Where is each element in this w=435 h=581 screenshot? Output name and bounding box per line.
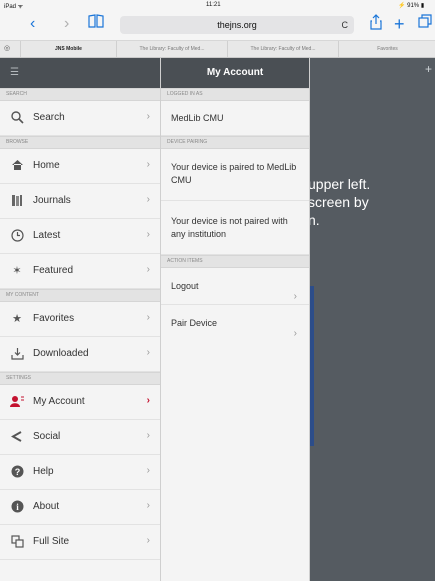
download-icon: [10, 347, 24, 361]
section-action-items: ACTION ITEMS: [161, 255, 309, 268]
chevron-right-icon: ›: [146, 465, 150, 476]
menu-item-favorites[interactable]: ★ Favorites ›: [0, 302, 160, 337]
my-account-panel: My Account LOGGED IN AS MedLib CMU DEVIC…: [161, 58, 310, 581]
chevron-right-icon: ›: [146, 312, 150, 323]
chevron-right-icon: ›: [146, 159, 150, 170]
menu-header: ☰: [0, 58, 160, 88]
url-field[interactable]: thejns.org C: [120, 16, 354, 34]
reader-icon[interactable]: ◎: [4, 41, 10, 57]
magnifier-icon: [10, 111, 24, 125]
pairing-status-paired: Your device is paired to MedLib CMU: [161, 149, 309, 201]
logged-in-user: MedLib CMU: [161, 101, 309, 136]
menu-item-featured[interactable]: ✶ Featured ›: [0, 254, 160, 289]
status-time: 11:21: [206, 2, 221, 8]
panel-title: My Account: [161, 58, 309, 88]
web-page: upper left. screen by n. + ☰ SEARCH Sear…: [0, 58, 435, 581]
section-device-pairing: DEVICE PAIRING: [161, 136, 309, 149]
home-icon: [10, 159, 24, 173]
clock-icon: [10, 229, 24, 243]
status-bar: iPad ᯤ 11:21 ⚡ 91% ▮: [0, 0, 435, 10]
pair-device-button[interactable]: Pair Device ›: [161, 305, 309, 341]
account-icon: [10, 395, 24, 409]
side-menu: ☰ SEARCH Search › BROWSE Home › Journals…: [0, 58, 161, 581]
menu-item-about[interactable]: i About ›: [0, 490, 160, 525]
full-site-icon: [10, 535, 24, 549]
status-battery: ⚡ 91% ▮: [398, 3, 425, 9]
tabs-icon[interactable]: [418, 14, 432, 34]
tab-favorites[interactable]: Favorites: [338, 41, 435, 57]
tab-bar: ◎ JNS Mobile The Library: Faculty of Med…: [0, 41, 435, 58]
chevron-right-icon: ›: [293, 328, 297, 339]
background-page-text: upper left. screen by n.: [308, 176, 371, 228]
section-logged-in: LOGGED IN AS: [161, 88, 309, 101]
menu-item-search[interactable]: Search ›: [0, 101, 160, 136]
section-my-content: MY CONTENT: [0, 289, 160, 302]
menu-item-my-account[interactable]: My Account ›: [0, 385, 160, 420]
add-icon[interactable]: +: [425, 62, 432, 76]
menu-item-label: Full Site: [33, 536, 70, 547]
ipad-screen: iPad ᯤ 11:21 ⚡ 91% ▮ ‹ › thejns.org C + …: [0, 0, 435, 581]
menu-item-label: My Account: [33, 396, 85, 407]
status-left: iPad ᯤ: [4, 4, 24, 10]
section-settings: SETTINGS: [0, 372, 160, 385]
menu-item-label: Featured: [33, 265, 74, 276]
chevron-right-icon: ›: [146, 111, 150, 122]
logout-button[interactable]: Logout ›: [161, 268, 309, 305]
section-browse: BROWSE: [0, 136, 160, 149]
menu-item-help[interactable]: ? Help ›: [0, 455, 160, 490]
chevron-right-icon: ›: [146, 264, 150, 275]
tab-library-1[interactable]: The Library: Faculty of Med...: [116, 41, 227, 57]
pair-device-label: Pair Device: [171, 318, 218, 328]
url-text: thejns.org: [217, 20, 257, 30]
logout-label: Logout: [171, 281, 199, 291]
chevron-right-icon: ›: [146, 500, 150, 511]
book-icon[interactable]: [88, 14, 104, 34]
journals-icon: [10, 194, 24, 208]
menu-item-label: Downloaded: [33, 348, 89, 359]
chevron-right-icon: ›: [146, 194, 150, 205]
menu-item-latest[interactable]: Latest ›: [0, 219, 160, 254]
section-search: SEARCH: [0, 88, 160, 101]
menu-item-label: Home: [33, 160, 60, 171]
menu-item-label: Latest: [33, 230, 61, 241]
menu-item-full-site[interactable]: Full Site ›: [0, 525, 160, 560]
plus-icon[interactable]: +: [394, 14, 405, 34]
reload-button[interactable]: C: [342, 16, 349, 34]
share-icon[interactable]: [370, 14, 382, 36]
menu-item-label: About: [33, 501, 60, 512]
menu-item-downloaded[interactable]: Downloaded ›: [0, 337, 160, 372]
menu-item-social[interactable]: Social ›: [0, 420, 160, 455]
menu-item-label: Social: [33, 431, 61, 442]
featured-icon: ✶: [12, 265, 22, 277]
pairing-status-unpaired: Your device is not paired with any insti…: [161, 201, 309, 255]
hamburger-icon[interactable]: ☰: [10, 67, 19, 78]
chevron-right-icon: ›: [146, 395, 150, 406]
info-icon: i: [10, 500, 24, 514]
chevron-right-icon: ›: [146, 347, 150, 358]
menu-item-label: Help: [33, 466, 54, 477]
menu-item-home[interactable]: Home ›: [0, 149, 160, 184]
menu-item-label: Journals: [33, 195, 71, 206]
tab-library-2[interactable]: The Library: Faculty of Med...: [227, 41, 338, 57]
forward-button[interactable]: ›: [64, 14, 69, 34]
chevron-right-icon: ›: [146, 229, 150, 240]
svg-text:?: ?: [14, 467, 20, 477]
chevron-right-icon: ›: [146, 430, 150, 441]
browser-navbar: ‹ › thejns.org C +: [0, 10, 435, 41]
tab-jns-mobile[interactable]: JNS Mobile: [20, 41, 116, 57]
star-icon: ★: [12, 313, 22, 325]
back-button[interactable]: ‹: [30, 14, 35, 34]
menu-item-journals[interactable]: Journals ›: [0, 184, 160, 219]
menu-item-label: Favorites: [33, 313, 75, 324]
help-icon: ?: [10, 465, 24, 479]
share-icon: [10, 430, 24, 444]
chevron-right-icon: ›: [146, 535, 150, 546]
menu-item-label: Search: [33, 112, 65, 123]
